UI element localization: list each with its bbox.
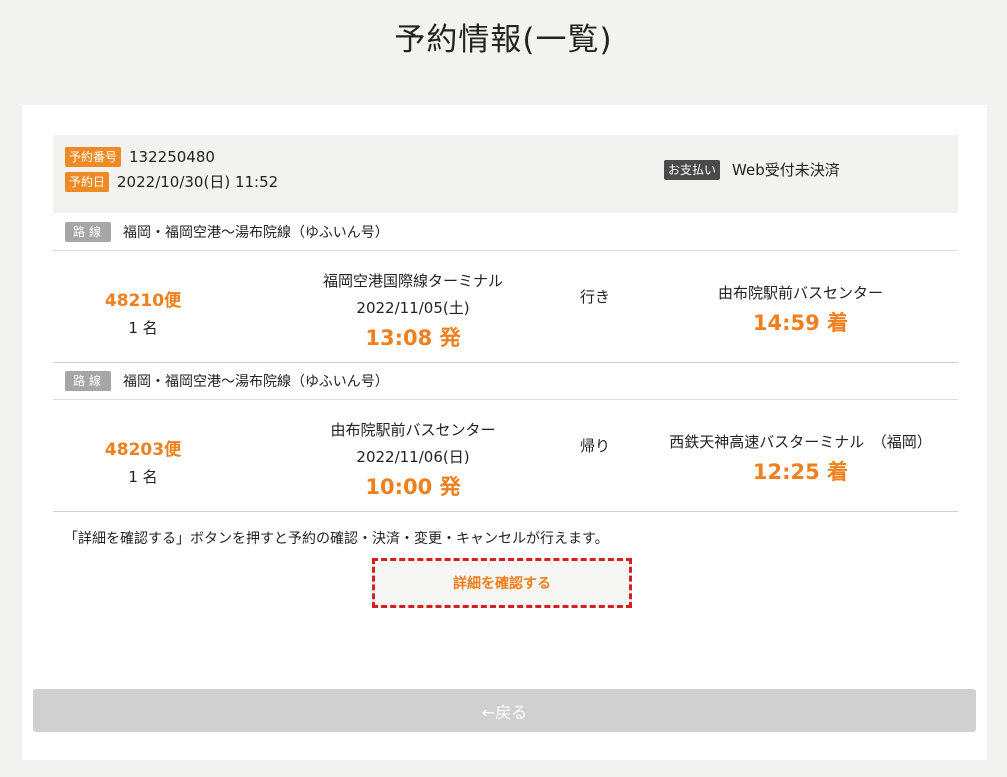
instruction-note: 「詳細を確認する」ボタンを押すと予約の確認・決済・変更・キャンセルが行えます。 (64, 531, 609, 547)
reservation-date-badge: 予約日 (65, 171, 110, 192)
destination-stop: 西鉄天神高速バスターミナル （福岡） (669, 433, 932, 451)
trip-outbound: 48210便 1 名 福岡空港国際線ターミナル 2022/11/05(土) 13… (53, 252, 958, 363)
flight-number: 48203便 (104, 440, 182, 460)
passenger-count: 1 名 (128, 319, 158, 337)
departure-date: 2022/11/06(日) (356, 448, 470, 466)
departure-date: 2022/11/05(土) (356, 299, 470, 317)
departure-info: 由布院駅前バスセンター 2022/11/06(日) 10:00 発 (263, 419, 563, 501)
arrival-time: 14:59 着 (752, 311, 849, 335)
page-title: 予約情報(一覧) (394, 22, 613, 58)
reservation-date: 2022/10/30(日) 11:52 (117, 173, 279, 191)
reservation-number-row: 予約番号 132250480 (65, 147, 215, 167)
destination-stop: 由布院駅前バスセンター (717, 284, 883, 302)
view-details-button[interactable]: 詳細を確認する (372, 558, 632, 608)
passenger-count: 1 名 (128, 468, 158, 486)
route-name: 福岡・福岡空港～湯布院線（ゆふいん号） (123, 225, 389, 241)
route-name: 福岡・福岡空港～湯布院線（ゆふいん号） (123, 374, 389, 390)
reservation-date-row: 予約日 2022/10/30(日) 11:52 (65, 171, 278, 192)
flight-info: 48203便 1 名 (93, 435, 193, 487)
origin-stop: 福岡空港国際線ターミナル (322, 272, 503, 290)
trip-return: 48203便 1 名 由布院駅前バスセンター 2022/11/06(日) 10:… (53, 401, 958, 512)
back-button[interactable]: ←戻る (33, 689, 976, 732)
route-badge: 路線 (65, 371, 112, 391)
flight-info: 48210便 1 名 (93, 286, 193, 338)
reservation-card: 予約番号 132250480 予約日 2022/10/30(日) 11:52 お… (22, 105, 987, 760)
arrival-time: 12:25 着 (752, 460, 849, 484)
payment-status: Web受付未決済 (732, 161, 840, 179)
payment-row: お支払い Web受付未決済 (664, 159, 840, 180)
payment-badge: お支払い (664, 159, 721, 180)
departure-info: 福岡空港国際線ターミナル 2022/11/05(土) 13:08 発 (263, 270, 563, 352)
reservation-number: 132250480 (129, 148, 215, 166)
direction-label: 帰り (579, 437, 610, 455)
arrival-info: 由布院駅前バスセンター 14:59 着 (653, 282, 948, 337)
direction-label: 行き (579, 288, 610, 306)
flight-number: 48210便 (104, 291, 182, 311)
reservation-number-badge: 予約番号 (65, 147, 122, 167)
departure-time: 13:08 発 (365, 326, 461, 350)
reservation-summary: 予約番号 132250480 予約日 2022/10/30(日) 11:52 お… (53, 135, 958, 213)
route-bar-return: 路線 福岡・福岡空港～湯布院線（ゆふいん号） (53, 363, 958, 400)
origin-stop: 由布院駅前バスセンター (330, 421, 496, 439)
arrival-info: 西鉄天神高速バスターミナル （福岡） 12:25 着 (653, 431, 948, 486)
departure-time: 10:00 発 (365, 475, 461, 499)
route-bar-outbound: 路線 福岡・福岡空港～湯布院線（ゆふいん号） (53, 214, 958, 251)
route-badge: 路線 (65, 222, 112, 242)
